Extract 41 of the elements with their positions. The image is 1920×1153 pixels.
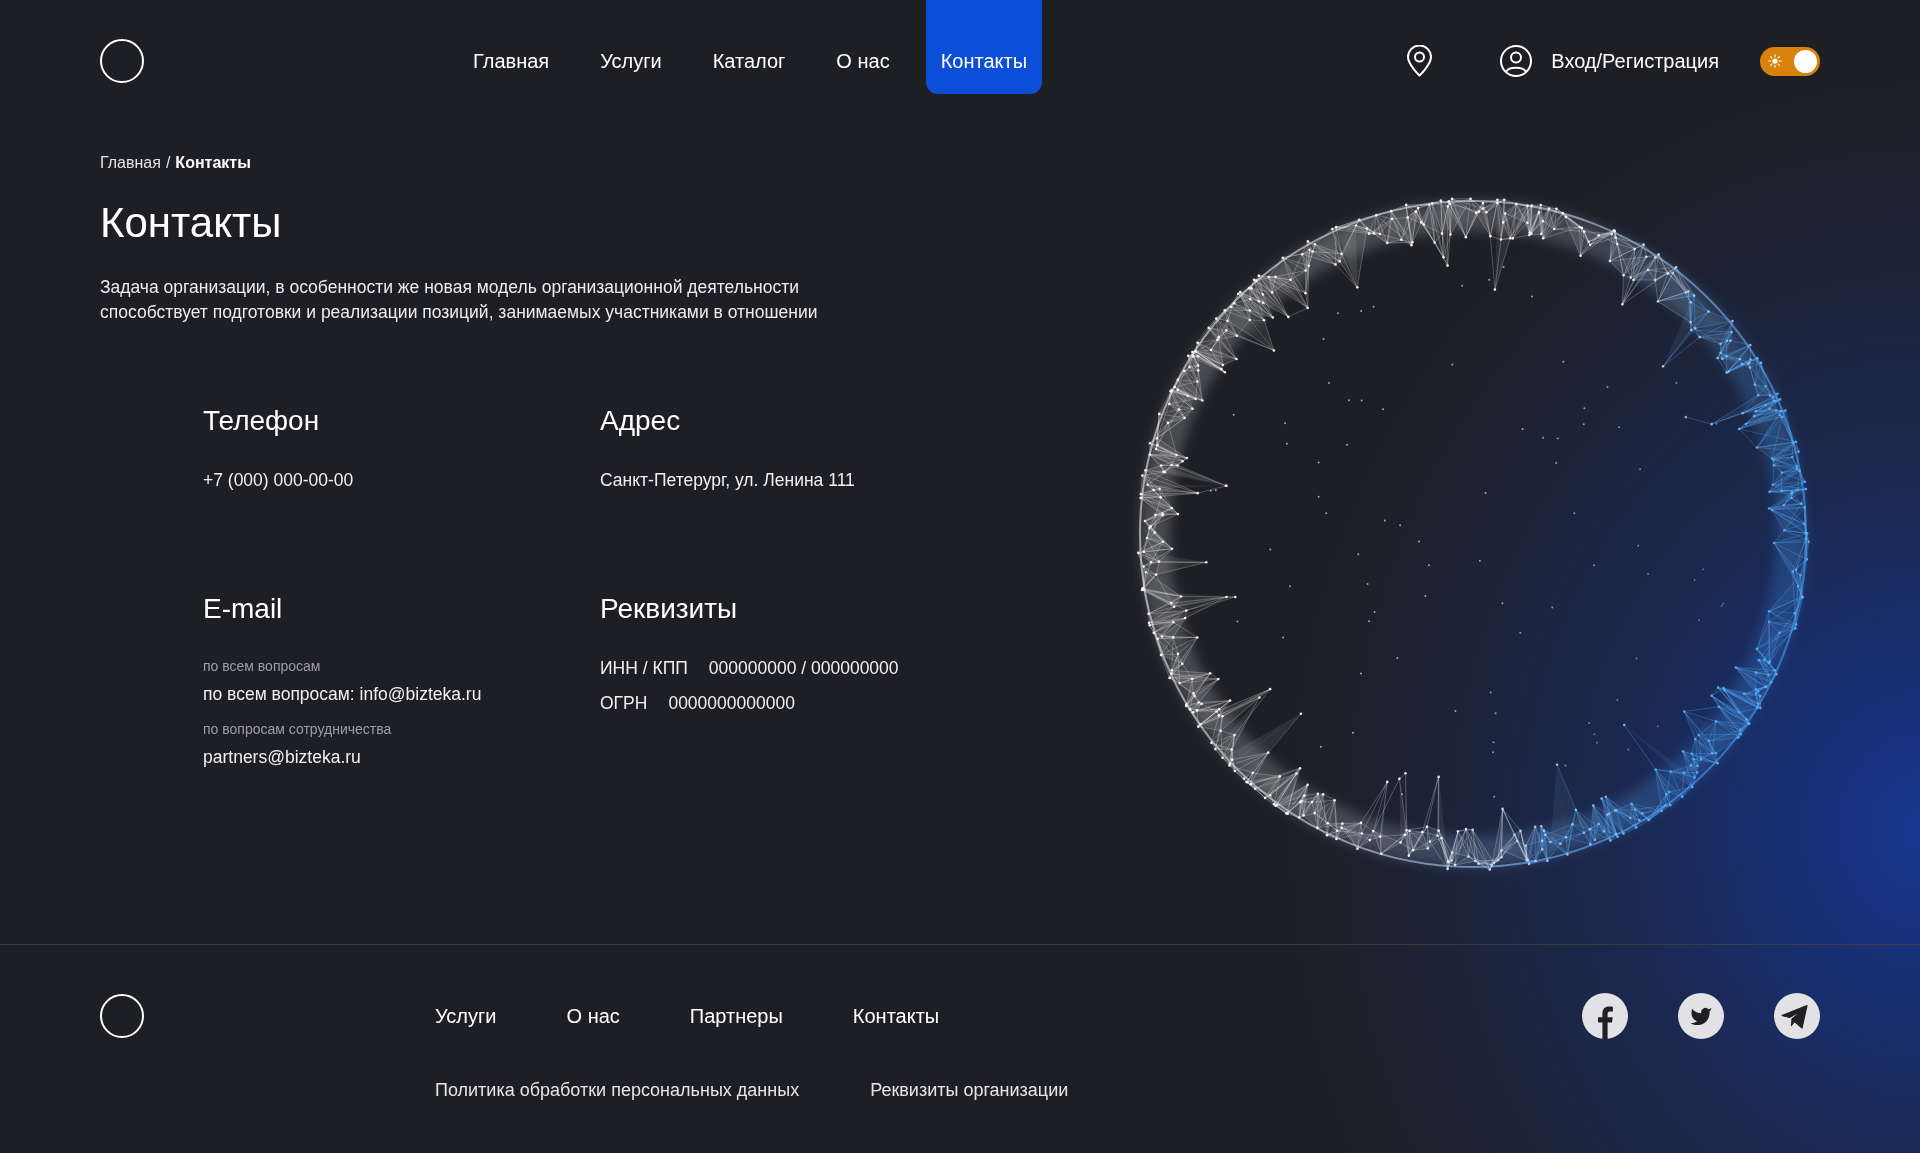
section-heading: Реквизиты: [600, 592, 738, 626]
email-caption: по всем вопросам: [203, 657, 321, 676]
facebook-icon[interactable]: [1582, 993, 1628, 1039]
requisite-label: ОГРН: [600, 692, 648, 715]
nav-tab[interactable]: О нас: [821, 0, 905, 94]
location-pin-icon[interactable]: [1406, 45, 1434, 77]
phone-number[interactable]: +7 (000) 000-00-00: [203, 468, 354, 492]
section-heading: E-mail: [203, 592, 283, 626]
nav-tab[interactable]: Услуги: [585, 0, 677, 94]
page-title: Контакты: [100, 198, 282, 248]
footer-link[interactable]: О нас: [566, 1004, 620, 1028]
intro-paragraph: Задача организации, в особенности же новая модель организационной деятельности способствует подготовки и реализации позиций, занимаемых участниками в отношении: [100, 276, 819, 324]
toggle-knob: [1794, 49, 1817, 73]
section-heading: Телефон: [203, 404, 320, 438]
breadcrumb-separator: /: [165, 153, 171, 173]
legal-link[interactable]: Политика обработки персональных данных: [435, 1079, 800, 1101]
email-link[interactable]: по всем вопросам: info@bizteka.ru: [203, 682, 482, 706]
user-icon: [1500, 45, 1533, 77]
breadcrumb-link[interactable]: Контакты: [175, 153, 251, 173]
address-text: Санкт-Петерург, ул. Ленина 111: [600, 469, 855, 492]
requisite-value: 000000000 / 000000000: [708, 657, 899, 680]
circle-logo-icon[interactable]: [100, 994, 144, 1038]
login-link[interactable]: Вход/Регистрация: [1500, 45, 1719, 77]
footer-link[interactable]: Услуги: [435, 1004, 497, 1028]
breadcrumb-link[interactable]: Главная: [100, 153, 161, 173]
nav-tab[interactable]: Главная: [458, 0, 565, 94]
email-caption: по вопросам сотрудничества: [203, 720, 392, 739]
footer-link[interactable]: Партнеры: [689, 1004, 783, 1028]
email-link[interactable]: partners@bizteka.ru: [203, 745, 361, 769]
nav-tab[interactable]: Контакты: [925, 0, 1043, 94]
section-heading: Адрес: [600, 404, 681, 438]
nav-tab[interactable]: Каталог: [697, 0, 801, 94]
twitter-icon[interactable]: [1678, 993, 1724, 1039]
requisite-value: 0000000000000: [668, 692, 795, 715]
telegram-icon[interactable]: [1774, 993, 1820, 1039]
footer-link[interactable]: Контакты: [852, 1004, 940, 1028]
legal-link[interactable]: Реквизиты организации: [870, 1079, 1069, 1101]
circle-logo-icon[interactable]: [100, 39, 144, 83]
sun-icon: [1768, 54, 1782, 68]
theme-toggle[interactable]: [1760, 46, 1820, 76]
requisite-label: ИНН / КПП: [600, 657, 688, 680]
